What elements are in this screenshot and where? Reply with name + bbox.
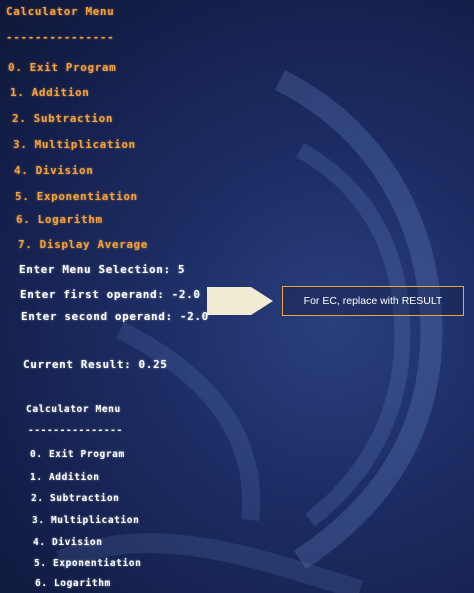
- menu2-item-subtraction: 2. Subtraction: [31, 493, 120, 504]
- menu-item-logarithm: 6. Logarithm: [16, 213, 103, 226]
- menu2-item-addition: 1. Addition: [30, 472, 100, 483]
- menu-item-division: 4. Division: [14, 164, 94, 177]
- second-operand-prompt: Enter second operand: -2.0: [21, 310, 209, 323]
- menu2-item-exponentiation: 5. Exponentiation: [34, 558, 142, 569]
- menu-item-addition: 1. Addition: [10, 86, 90, 99]
- menu-title: Calculator Menu: [6, 5, 115, 18]
- annotation-arrow-icon: [207, 287, 273, 315]
- annotation-note: For EC, replace with RESULT: [282, 286, 464, 316]
- menu-divider-2: ---------------: [28, 425, 123, 436]
- menu2-item-division: 4. Division: [33, 537, 103, 548]
- menu2-item-logarithm: 6. Logarithm: [35, 578, 111, 589]
- current-result: Current Result: 0.25: [23, 358, 168, 371]
- menu-selection-prompt: Enter Menu Selection: 5: [19, 263, 186, 276]
- menu-title-2: Calculator Menu: [26, 404, 121, 415]
- menu-item-display-average: 7. Display Average: [18, 238, 149, 251]
- first-operand-prompt: Enter first operand: -2.0: [20, 288, 201, 301]
- menu-item-exponentiation: 5. Exponentiation: [15, 190, 138, 203]
- menu2-item-multiplication: 3. Multiplication: [32, 515, 140, 526]
- menu-item-exit: 0. Exit Program: [8, 61, 117, 74]
- menu-item-subtraction: 2. Subtraction: [12, 112, 114, 125]
- menu-divider: ---------------: [6, 31, 115, 44]
- menu-item-multiplication: 3. Multiplication: [13, 138, 136, 151]
- menu2-item-exit: 0. Exit Program: [30, 449, 125, 460]
